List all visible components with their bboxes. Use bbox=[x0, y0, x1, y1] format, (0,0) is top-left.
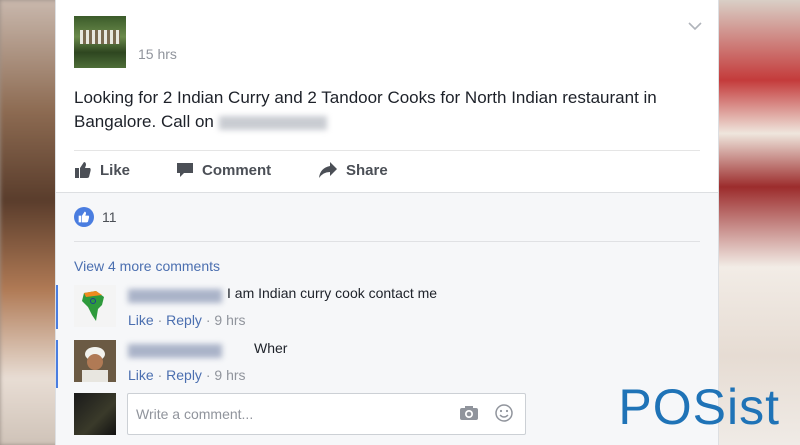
divider bbox=[74, 150, 700, 151]
comment-time[interactable]: 9 hrs bbox=[214, 367, 245, 383]
comment-text: I am Indian curry cook contact me bbox=[227, 285, 438, 301]
divider bbox=[74, 241, 700, 242]
post-body: Looking for 2 Indian Curry and 2 Tandoor… bbox=[74, 86, 674, 134]
commenter-avatar[interactable] bbox=[74, 285, 116, 327]
comment-like-link[interactable]: Like bbox=[128, 367, 154, 383]
thumbs-up-icon bbox=[75, 162, 91, 178]
share-label: Share bbox=[346, 161, 388, 179]
comment-highlight-bar bbox=[56, 285, 58, 329]
post-actions: Like Comment Share bbox=[74, 156, 694, 184]
comment-label: Comment bbox=[202, 161, 272, 179]
commenter-name-redacted[interactable] bbox=[128, 289, 222, 303]
comment-bubble-icon bbox=[177, 163, 193, 177]
comment-meta: Like · Reply · 9 hrs bbox=[128, 367, 246, 383]
commenter-avatar[interactable] bbox=[74, 340, 116, 382]
comment-input[interactable]: Write a comment... bbox=[127, 393, 526, 435]
emoji-icon[interactable] bbox=[495, 404, 513, 422]
current-user-avatar[interactable] bbox=[74, 393, 116, 435]
reaction-count: 11 bbox=[102, 209, 117, 225]
comment-time[interactable]: 9 hrs bbox=[214, 312, 245, 328]
reaction-summary[interactable]: 11 bbox=[74, 207, 117, 227]
camera-icon[interactable] bbox=[459, 404, 479, 422]
like-button[interactable]: Like bbox=[74, 156, 130, 184]
post-header: 15 hrs bbox=[74, 16, 702, 68]
commenter-name-redacted[interactable] bbox=[128, 344, 222, 358]
comment-highlight-bar bbox=[56, 340, 58, 388]
comment-composer: Write a comment... bbox=[74, 393, 534, 435]
comment-item: I am Indian curry cook contact me Like ·… bbox=[56, 285, 718, 329]
composer-icons bbox=[459, 404, 513, 422]
comment-text: Wher bbox=[254, 340, 288, 356]
comment-meta: Like · Reply · 9 hrs bbox=[128, 312, 246, 328]
comment-button[interactable]: Comment bbox=[176, 156, 271, 184]
comment-input-placeholder: Write a comment... bbox=[136, 406, 254, 422]
background-photo-left bbox=[0, 0, 60, 445]
author-avatar[interactable] bbox=[74, 16, 126, 68]
posist-logo: POSist bbox=[618, 379, 780, 435]
like-label: Like bbox=[100, 161, 131, 179]
comment-like-link[interactable]: Like bbox=[128, 312, 154, 328]
share-arrow-icon bbox=[319, 162, 337, 178]
view-more-comments-link[interactable]: View 4 more comments bbox=[74, 258, 220, 274]
share-button[interactable]: Share bbox=[318, 156, 388, 184]
post-timestamp[interactable]: 15 hrs bbox=[138, 46, 177, 62]
comment-reply-link[interactable]: Reply bbox=[166, 367, 202, 383]
like-reaction-icon bbox=[74, 207, 94, 227]
author-name-redacted[interactable] bbox=[138, 20, 248, 34]
comment-reply-link[interactable]: Reply bbox=[166, 312, 202, 328]
phone-number-redacted bbox=[218, 115, 327, 130]
chevron-down-icon[interactable] bbox=[688, 18, 702, 34]
post-text: Looking for 2 Indian Curry and 2 Tandoor… bbox=[74, 88, 657, 131]
